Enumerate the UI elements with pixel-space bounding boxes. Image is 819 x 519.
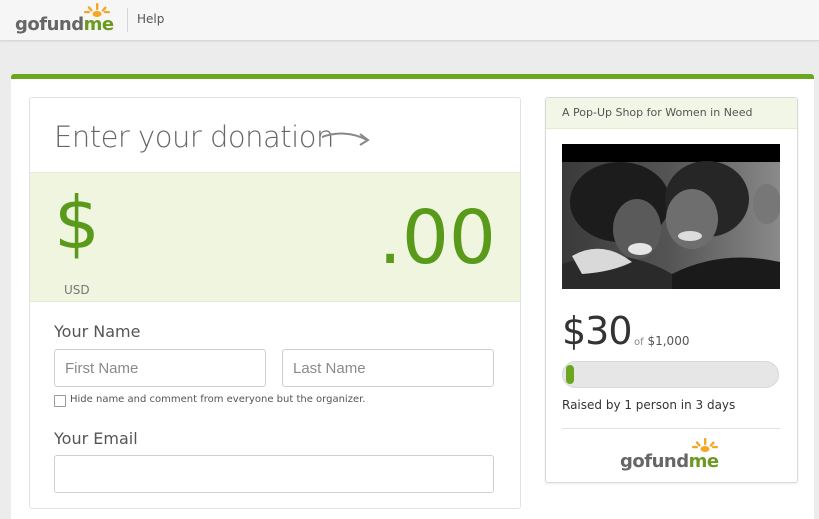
- name-label: Your Name: [54, 322, 141, 341]
- raised-by-text: Raised by 1 person in 3 days: [562, 398, 736, 412]
- logo-wordmark: gofundme: [15, 14, 114, 35]
- goal-of-label: of: [634, 337, 644, 348]
- donation-title: Enter your donation: [54, 120, 334, 154]
- last-name-input[interactable]: [282, 349, 494, 387]
- gofundme-logo[interactable]: gofundme: [15, 3, 115, 35]
- campaign-photo-image: [562, 144, 780, 289]
- currency-code: USD: [64, 283, 90, 297]
- card-divider: [562, 428, 780, 429]
- gofundme-logo-footer[interactable]: gofundme: [620, 438, 724, 472]
- help-link[interactable]: Help: [137, 12, 164, 26]
- arrow-icon: [321, 132, 370, 146]
- campaign-photo: [562, 144, 780, 289]
- amount-area: $ USD: [30, 172, 520, 302]
- hide-name-label: Hide name and comment from everyone but …: [70, 394, 366, 405]
- logo-wordmark-footer: gofundme: [620, 451, 719, 472]
- email-label: Your Email: [54, 429, 138, 448]
- first-name-input[interactable]: [54, 349, 266, 387]
- donation-amount-input[interactable]: [170, 193, 496, 283]
- campaign-card: A Pop-Up Shop for Women in Need $30 of $…: [545, 97, 798, 483]
- raised-amount: $30: [562, 309, 633, 353]
- campaign-header: A Pop-Up Shop for Women in Need: [546, 98, 797, 129]
- top-bar: gofundme Help: [0, 0, 819, 41]
- donation-card: Enter your donation $ USD Your Name Hide…: [29, 97, 521, 509]
- progress-bar: [562, 361, 779, 388]
- progress-fill: [566, 365, 574, 384]
- goal-amount: $1,000: [647, 334, 690, 348]
- header-divider: [127, 8, 128, 32]
- currency-symbol: $: [54, 181, 100, 265]
- campaign-title[interactable]: A Pop-Up Shop for Women in Need: [562, 106, 752, 119]
- hide-name-checkbox[interactable]: [54, 395, 66, 407]
- email-input[interactable]: [54, 455, 494, 493]
- goal-text: of $1,000: [634, 334, 689, 348]
- logo-sun-icon: [692, 438, 718, 452]
